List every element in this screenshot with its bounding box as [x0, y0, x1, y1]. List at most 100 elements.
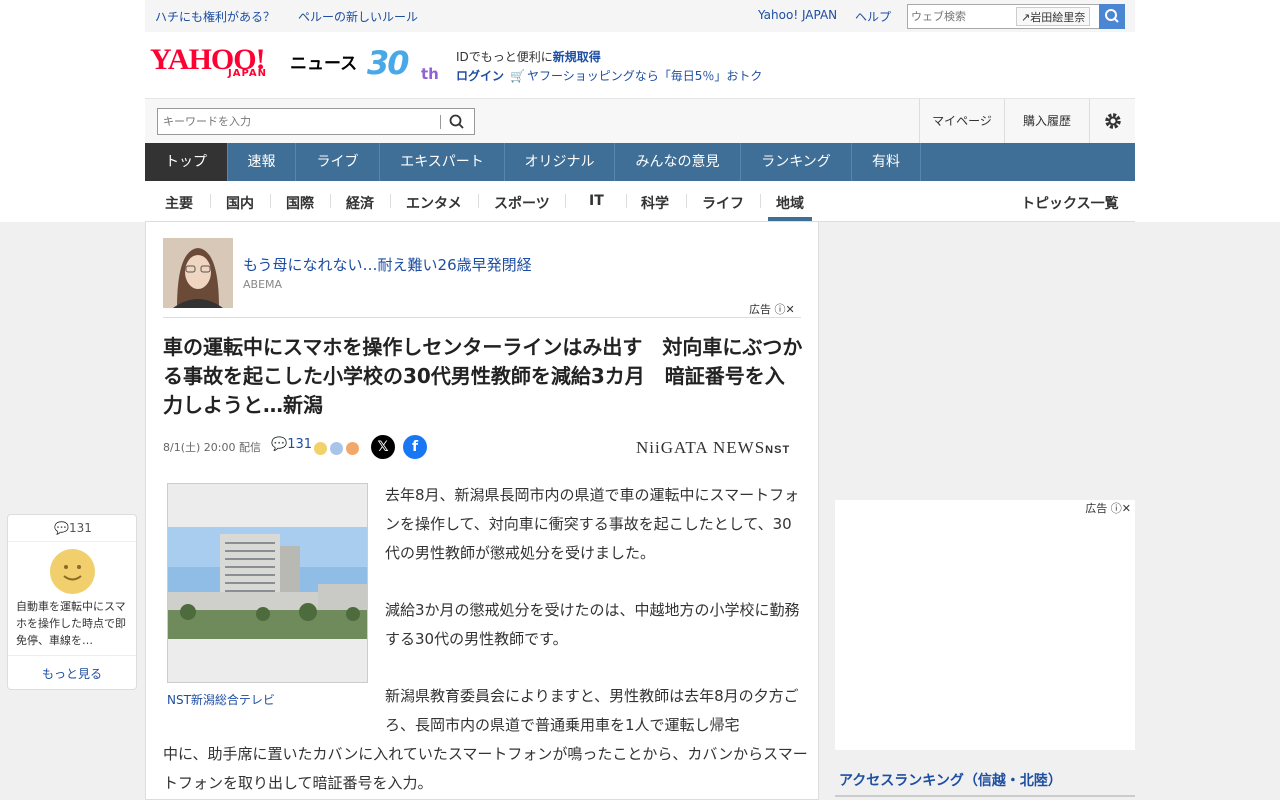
info-icon[interactable]: ⓘ	[1111, 502, 1122, 515]
cart-icon: 🛒	[510, 69, 525, 83]
purchase-history-button[interactable]: 購入履歴	[1004, 99, 1089, 144]
reaction-sad-icon	[330, 442, 344, 455]
topic-link-2[interactable]: ペルーの新しいルール	[298, 8, 418, 25]
keyword-search-button[interactable]	[448, 113, 466, 131]
main-nav-live[interactable]: ライブ	[296, 143, 380, 181]
search-row: マイページ 購入履歴	[145, 98, 1135, 144]
ad-label: 広告 ⓘ✕	[749, 301, 795, 317]
category-sports[interactable]: スポーツ	[494, 193, 550, 213]
ad-source: ABEMA	[243, 278, 283, 291]
building-photo-image	[168, 484, 367, 682]
divider	[835, 795, 1135, 797]
info-icon[interactable]: ⓘ	[775, 303, 786, 316]
category-science[interactable]: 科学	[641, 193, 669, 213]
register-link[interactable]: 新規取得	[553, 50, 601, 64]
article-paragraph: 減給3か月の懲戒処分を受けたのは、中越地方の小学校に勤務する30代の男性教師です…	[385, 601, 800, 648]
search-icon	[1105, 9, 1119, 23]
gear-icon	[1104, 113, 1121, 129]
facebook-share-button[interactable]: f	[403, 435, 427, 459]
category-domestic[interactable]: 国内	[226, 193, 254, 213]
publisher-logo[interactable]: NiiGATA NEWSNST	[636, 438, 790, 458]
publisher-name: NiiGATA NEWS	[636, 438, 766, 457]
divider	[565, 194, 566, 208]
article-panel: もう母になれない…耐え難い26歳早発閉経 ABEMA 広告 ⓘ✕ 車の運転中にス…	[145, 222, 819, 800]
article-photo[interactable]	[167, 483, 368, 683]
main-nav-expert[interactable]: エキスパート	[380, 143, 505, 181]
comment-icon: 💬	[54, 521, 70, 535]
active-category-indicator	[768, 217, 812, 221]
login-row: ログイン 🛒 ヤフーショッピングなら「毎日5％」おトク	[456, 67, 762, 84]
divider	[626, 194, 627, 208]
divider	[478, 194, 479, 208]
comment-preview-card[interactable]: 💬131 自動車を運転中にスマホを操作した時点で即免停、車線を… もっと見る	[7, 514, 137, 690]
sidebar-ad-label-text: 広告	[1085, 502, 1108, 515]
sidebar-ad[interactable]: 広告 ⓘ✕	[835, 500, 1135, 750]
close-icon[interactable]: ✕	[1122, 502, 1131, 515]
reaction-faces[interactable]	[314, 440, 360, 459]
search-suggestion-label: 岩田絵里奈	[1030, 11, 1086, 24]
divider	[210, 194, 211, 208]
utility-bar: ハチにも権利がある？ ペルーの新しいルール Yahoo! JAPAN ヘルプ ↗…	[145, 0, 1135, 32]
category-economy[interactable]: 経済	[346, 193, 374, 213]
shopping-promo-link[interactable]: ヤフーショッピングなら「毎日5％」おトク	[527, 69, 762, 83]
anniversary-logo: 30	[367, 44, 410, 82]
facebook-icon: f	[411, 439, 419, 455]
access-ranking-title[interactable]: アクセスランキング（信越・北陸）	[839, 770, 1062, 790]
person-photo-image	[163, 238, 233, 308]
login-link[interactable]: ログイン	[456, 69, 504, 83]
article-paragraph: 新潟県教育委員会によりますと、男性教師は去年8月の夕方ごろ、長岡市内の県道で普通…	[385, 687, 799, 734]
yahoo-japan-link[interactable]: Yahoo! JAPAN	[758, 8, 837, 22]
news-logo[interactable]: ニュース	[290, 49, 357, 74]
main-nav-paid[interactable]: 有料	[852, 143, 921, 181]
main-nav-original[interactable]: オリジナル	[505, 143, 615, 181]
reaction-angry-icon	[346, 442, 360, 455]
category-local[interactable]: 地域	[776, 193, 804, 213]
reaction-smile-icon	[314, 442, 327, 455]
category-entertainment[interactable]: エンタメ	[406, 193, 462, 213]
topic-link-1[interactable]: ハチにも権利がある？	[155, 8, 275, 25]
yahoo-logo-sub: JAPAN	[228, 68, 267, 79]
search-suggestion-chip[interactable]: ↗岩田絵里奈	[1016, 7, 1091, 26]
comment-icon: 💬	[271, 437, 288, 452]
main-nav-breaking[interactable]: 速報	[228, 143, 296, 181]
see-more-link[interactable]: もっと見る	[8, 665, 136, 682]
category-nav: 主要 国内 国際 経済 エンタメ スポーツ IT 科学 ライフ 地域 トピックス…	[145, 181, 1135, 222]
main-nav-top[interactable]: トップ	[145, 143, 228, 181]
id-promo-text: IDでもっと便利に	[456, 50, 553, 64]
article-paragraph: 中に、助手席に置いたカバンに入れていたスマートフォンが鳴ったことから、カバンから…	[163, 745, 808, 792]
comment-count-link[interactable]: 💬131	[271, 437, 312, 452]
photo-caption[interactable]: NST新潟総合テレビ	[167, 691, 275, 708]
ad-thumbnail[interactable]	[163, 238, 233, 308]
web-search-input[interactable]	[908, 5, 1013, 28]
category-main[interactable]: 主要	[165, 193, 193, 213]
category-life[interactable]: ライフ	[702, 193, 744, 213]
divider	[686, 194, 687, 208]
divider	[330, 194, 331, 208]
help-link[interactable]: ヘルプ	[855, 8, 891, 25]
smile-avatar-icon	[50, 549, 95, 594]
comment-count-row: 💬131	[8, 521, 138, 535]
web-search-button[interactable]	[1099, 4, 1125, 29]
article-paragraph: 去年8月、新潟県長岡市内の県道で車の運転中にスマートフォンを操作して、対向車に衝…	[385, 486, 800, 562]
close-icon[interactable]: ✕	[786, 303, 795, 316]
web-search-box: ↗岩田絵里奈	[907, 4, 1125, 29]
article-headline: 車の運転中にスマホを操作しセンターラインはみ出す 対向車にぶつかる事故を起こした…	[163, 335, 803, 417]
keyword-search-box	[157, 108, 475, 135]
anniversary-suffix: th	[421, 65, 439, 83]
divider	[270, 194, 271, 208]
divider	[390, 194, 391, 208]
publisher-sub: NST	[765, 444, 791, 456]
main-nav-ranking[interactable]: ランキング	[741, 143, 852, 181]
divider	[8, 541, 136, 542]
category-it[interactable]: IT	[589, 193, 604, 209]
mypage-button[interactable]: マイページ	[919, 99, 1004, 144]
category-international[interactable]: 国際	[286, 193, 314, 213]
main-nav-opinion[interactable]: みんなの意見	[615, 143, 741, 181]
ad-title-link[interactable]: もう母になれない…耐え難い26歳早発閉経	[243, 254, 532, 275]
x-share-button[interactable]: 𝕏	[371, 435, 395, 459]
keyword-search-input[interactable]	[158, 109, 428, 134]
topics-all-link[interactable]: トピックス一覧	[1021, 193, 1119, 213]
settings-button[interactable]	[1089, 99, 1135, 144]
publish-date: 8/1(土) 20:00 配信	[163, 441, 261, 454]
comment-count: 131	[287, 437, 313, 452]
